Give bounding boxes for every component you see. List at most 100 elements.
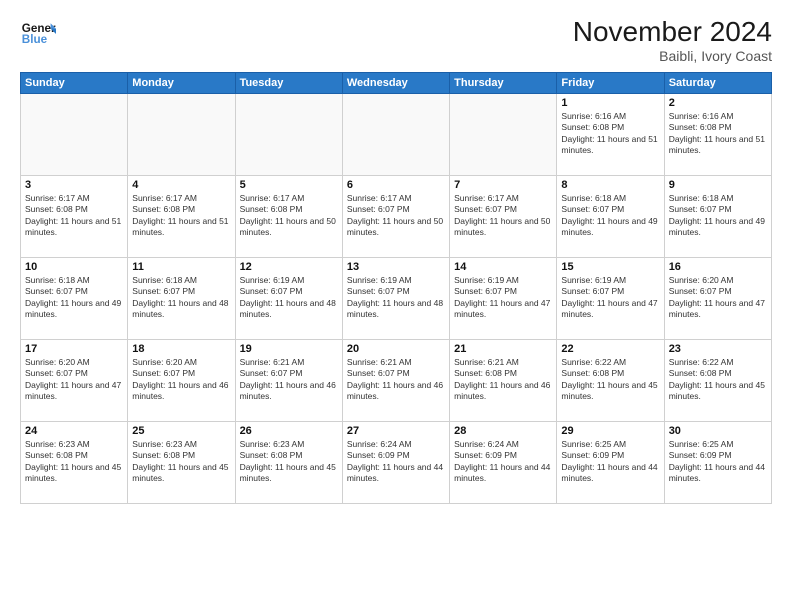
day-number: 7: [454, 179, 552, 191]
logo: General Blue: [20, 16, 56, 52]
day-info: Sunrise: 6:19 AMSunset: 6:07 PMDaylight:…: [240, 275, 338, 321]
day-number: 23: [669, 343, 767, 355]
calendar-week-1: 1Sunrise: 6:16 AMSunset: 6:08 PMDaylight…: [21, 94, 772, 176]
calendar-day: 30 Sunrise: 6:25 AMSunset: 6:09 PMDayligh…: [664, 422, 771, 504]
calendar-day: 19 Sunrise: 6:21 AMSunset: 6:07 PMDayligh…: [235, 340, 342, 422]
calendar-day: 26Sunrise: 6:23 AMSunset: 6:08 PMDayligh…: [235, 422, 342, 504]
month-title: November 2024: [573, 16, 772, 48]
day-number: 3: [25, 179, 123, 191]
day-info: Sunrise: 6:20 AMSunset: 6:07 PMDaylight:…: [669, 275, 767, 321]
day-info: Sunrise: 6:22 AMSunset: 6:08 PMDaylight:…: [561, 357, 659, 403]
calendar-day: 11 Sunrise: 6:18 AMSunset: 6:07 PMDayligh…: [128, 258, 235, 340]
day-info: Sunrise: 6:21 AMSunset: 6:07 PMDaylight:…: [240, 357, 338, 403]
calendar-day: [128, 94, 235, 176]
weekday-header-sunday: Sunday: [21, 73, 128, 94]
day-number: 13: [347, 261, 445, 273]
calendar-day: 1Sunrise: 6:16 AMSunset: 6:08 PMDaylight…: [557, 94, 664, 176]
calendar-day: 13 Sunrise: 6:19 AMSunset: 6:07 PMDayligh…: [342, 258, 449, 340]
calendar-week-5: 24Sunrise: 6:23 AMSunset: 6:08 PMDayligh…: [21, 422, 772, 504]
day-number: 25: [132, 425, 230, 437]
calendar: SundayMondayTuesdayWednesdayThursdayFrid…: [20, 72, 772, 504]
calendar-day: 25 Sunrise: 6:23 AMSunset: 6:08 PMDayligh…: [128, 422, 235, 504]
day-info: Sunrise: 6:25 AMSunset: 6:09 PMDaylight:…: [669, 439, 767, 485]
calendar-day: 29 Sunrise: 6:25 AMSunset: 6:09 PMDayligh…: [557, 422, 664, 504]
day-info: Sunrise: 6:17 AMSunset: 6:07 PMDaylight:…: [454, 193, 552, 239]
calendar-day: 16 Sunrise: 6:20 AMSunset: 6:07 PMDayligh…: [664, 258, 771, 340]
calendar-day: 4Sunrise: 6:17 AMSunset: 6:08 PMDaylight…: [128, 176, 235, 258]
day-number: 15: [561, 261, 659, 273]
location: Baibli, Ivory Coast: [573, 48, 772, 64]
calendar-day: 27 Sunrise: 6:24 AMSunset: 6:09 PMDayligh…: [342, 422, 449, 504]
day-info: Sunrise: 6:17 AMSunset: 6:08 PMDaylight:…: [25, 193, 123, 239]
calendar-day: 10 Sunrise: 6:18 AMSunset: 6:07 PMDayligh…: [21, 258, 128, 340]
day-info: Sunrise: 6:16 AMSunset: 6:08 PMDaylight:…: [669, 111, 767, 157]
calendar-day: 22 Sunrise: 6:22 AMSunset: 6:08 PMDayligh…: [557, 340, 664, 422]
day-number: 12: [240, 261, 338, 273]
weekday-header-row: SundayMondayTuesdayWednesdayThursdayFrid…: [21, 73, 772, 94]
page-header: General Blue November 2024 Baibli, Ivory…: [20, 16, 772, 64]
day-number: 6: [347, 179, 445, 191]
calendar-day: [450, 94, 557, 176]
calendar-day: 21Sunrise: 6:21 AMSunset: 6:08 PMDayligh…: [450, 340, 557, 422]
day-number: 27: [347, 425, 445, 437]
calendar-day: [21, 94, 128, 176]
day-number: 28: [454, 425, 552, 437]
weekday-header-monday: Monday: [128, 73, 235, 94]
day-number: 5: [240, 179, 338, 191]
calendar-day: 18Sunrise: 6:20 AMSunset: 6:07 PMDayligh…: [128, 340, 235, 422]
day-info: Sunrise: 6:19 AMSunset: 6:07 PMDaylight:…: [347, 275, 445, 321]
day-number: 29: [561, 425, 659, 437]
day-info: Sunrise: 6:17 AMSunset: 6:08 PMDaylight:…: [240, 193, 338, 239]
weekday-header-wednesday: Wednesday: [342, 73, 449, 94]
day-info: Sunrise: 6:19 AMSunset: 6:07 PMDaylight:…: [561, 275, 659, 321]
day-number: 19: [240, 343, 338, 355]
calendar-day: 17 Sunrise: 6:20 AMSunset: 6:07 PMDayligh…: [21, 340, 128, 422]
day-number: 8: [561, 179, 659, 191]
day-info: Sunrise: 6:23 AMSunset: 6:08 PMDaylight:…: [25, 439, 123, 485]
calendar-day: 15 Sunrise: 6:19 AMSunset: 6:07 PMDayligh…: [557, 258, 664, 340]
calendar-week-4: 17 Sunrise: 6:20 AMSunset: 6:07 PMDayligh…: [21, 340, 772, 422]
day-number: 11: [132, 261, 230, 273]
calendar-day: 3 Sunrise: 6:17 AMSunset: 6:08 PMDaylight…: [21, 176, 128, 258]
day-info: Sunrise: 6:23 AMSunset: 6:08 PMDaylight:…: [240, 439, 338, 485]
day-info: Sunrise: 6:18 AMSunset: 6:07 PMDaylight:…: [669, 193, 767, 239]
day-info: Sunrise: 6:18 AMSunset: 6:07 PMDaylight:…: [132, 275, 230, 321]
title-block: November 2024 Baibli, Ivory Coast: [573, 16, 772, 64]
calendar-day: [342, 94, 449, 176]
day-number: 20: [347, 343, 445, 355]
day-info: Sunrise: 6:23 AMSunset: 6:08 PMDaylight:…: [132, 439, 230, 485]
calendar-day: 6 Sunrise: 6:17 AMSunset: 6:07 PMDaylight…: [342, 176, 449, 258]
day-info: Sunrise: 6:19 AMSunset: 6:07 PMDaylight:…: [454, 275, 552, 321]
calendar-day: 20Sunrise: 6:21 AMSunset: 6:07 PMDayligh…: [342, 340, 449, 422]
day-info: Sunrise: 6:18 AMSunset: 6:07 PMDaylight:…: [25, 275, 123, 321]
day-number: 18: [132, 343, 230, 355]
day-info: Sunrise: 6:25 AMSunset: 6:09 PMDaylight:…: [561, 439, 659, 485]
day-number: 22: [561, 343, 659, 355]
weekday-header-tuesday: Tuesday: [235, 73, 342, 94]
calendar-day: [235, 94, 342, 176]
day-number: 30: [669, 425, 767, 437]
day-info: Sunrise: 6:24 AMSunset: 6:09 PMDaylight:…: [347, 439, 445, 485]
day-info: Sunrise: 6:20 AMSunset: 6:07 PMDaylight:…: [25, 357, 123, 403]
day-info: Sunrise: 6:18 AMSunset: 6:07 PMDaylight:…: [561, 193, 659, 239]
day-number: 4: [132, 179, 230, 191]
day-info: Sunrise: 6:16 AMSunset: 6:08 PMDaylight:…: [561, 111, 659, 157]
calendar-day: 5 Sunrise: 6:17 AMSunset: 6:08 PMDaylight…: [235, 176, 342, 258]
calendar-day: 23 Sunrise: 6:22 AMSunset: 6:08 PMDayligh…: [664, 340, 771, 422]
day-number: 9: [669, 179, 767, 191]
calendar-day: 12 Sunrise: 6:19 AMSunset: 6:07 PMDayligh…: [235, 258, 342, 340]
day-info: Sunrise: 6:17 AMSunset: 6:07 PMDaylight:…: [347, 193, 445, 239]
weekday-header-saturday: Saturday: [664, 73, 771, 94]
day-number: 17: [25, 343, 123, 355]
day-number: 14: [454, 261, 552, 273]
day-number: 2: [669, 97, 767, 109]
day-info: Sunrise: 6:22 AMSunset: 6:08 PMDaylight:…: [669, 357, 767, 403]
day-info: Sunrise: 6:21 AMSunset: 6:08 PMDaylight:…: [454, 357, 552, 403]
svg-text:Blue: Blue: [22, 33, 48, 46]
day-info: Sunrise: 6:24 AMSunset: 6:09 PMDaylight:…: [454, 439, 552, 485]
calendar-day: 2 Sunrise: 6:16 AMSunset: 6:08 PMDaylight…: [664, 94, 771, 176]
day-number: 16: [669, 261, 767, 273]
calendar-day: 28 Sunrise: 6:24 AMSunset: 6:09 PMDayligh…: [450, 422, 557, 504]
day-number: 10: [25, 261, 123, 273]
calendar-day: 9 Sunrise: 6:18 AMSunset: 6:07 PMDaylight…: [664, 176, 771, 258]
